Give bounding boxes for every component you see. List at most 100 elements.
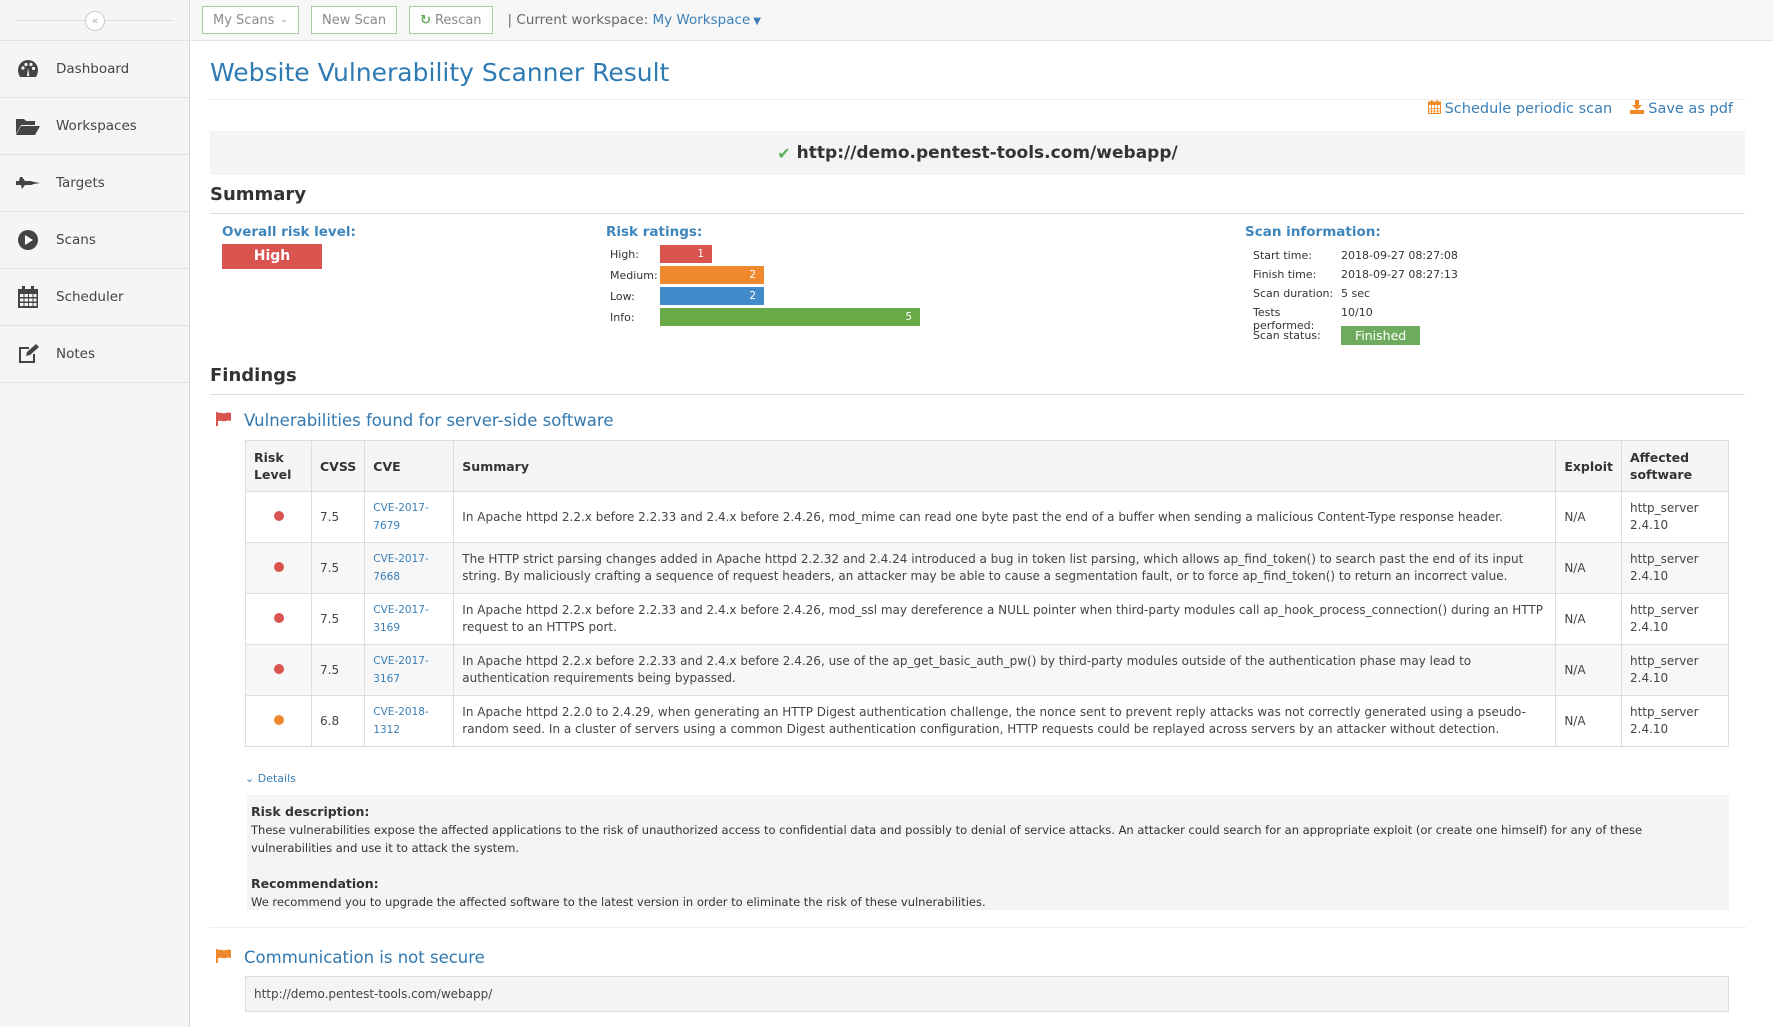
overall-risk-badge: High [222, 244, 322, 269]
my-scans-dropdown[interactable]: My Scans ⌄ [202, 6, 299, 34]
risk-level-cell [245, 695, 312, 747]
risk-rating-bar: 5 [660, 308, 920, 326]
sidebar-item-workspaces[interactable]: Workspaces [0, 98, 189, 155]
sidebar-item-label: Scheduler [56, 289, 124, 305]
check-icon: ✔ [777, 143, 791, 163]
cve-cell: CVE-2017-7668 [364, 542, 455, 594]
cvss-cell: 7.5 [310, 593, 366, 645]
caret-down-icon: ▼ [753, 16, 761, 27]
cvss-cell: 6.8 [310, 695, 366, 747]
affected-software-cell: http_server 2.4.10 [1621, 542, 1729, 594]
exploit-cell: N/A [1555, 593, 1622, 645]
new-scan-label: New Scan [321, 12, 387, 28]
double-chevron-left-icon: « [91, 14, 99, 27]
table-row: 7.5 CVE-2017-7679 In Apache httpd 2.2.x be… [245, 491, 1729, 543]
workspace-name: My Workspace [652, 12, 751, 28]
collapse-sidebar-button[interactable]: « [85, 11, 105, 31]
affected-software-cell: http_server 2.4.10 [1621, 644, 1729, 696]
risk-dot-icon [273, 561, 284, 572]
risk-dot-icon [273, 714, 284, 725]
summary-divider [210, 213, 1745, 214]
column-cve: CVE [364, 440, 455, 492]
affected-software-cell: http_server 2.4.10 [1621, 491, 1729, 543]
schedule-periodic-scan-label: Schedule periodic scan [1444, 101, 1613, 117]
summary-cell: In Apache httpd 2.2.x before 2.2.33 and … [453, 593, 1557, 645]
scan-info-start-time: Start time: 2018-09-27 08:27:08 [1253, 249, 1458, 262]
scan-status-badge: Finished [1341, 326, 1421, 345]
fighter-jet-icon [0, 175, 56, 191]
risk-ratings-label: Risk ratings: [606, 224, 703, 240]
cvss-cell: 7.5 [310, 644, 366, 696]
cve-cell: CVE-2017-3169 [364, 593, 455, 645]
details-panel: Risk description: These vulnerabilities … [247, 795, 1729, 910]
new-scan-button[interactable]: New Scan [310, 6, 398, 34]
scan-info-status: Scan status: Finished [1253, 326, 1421, 345]
sidebar-header: « [0, 0, 189, 41]
cve-link[interactable]: CVE-2017-3169 [373, 604, 428, 634]
risk-dot-icon [273, 510, 284, 521]
page-title: Website Vulnerability Scanner Result [210, 58, 670, 87]
target-url-banner: ✔ http://demo.pentest-tools.com/webapp/ [210, 131, 1745, 175]
cve-link[interactable]: CVE-2017-7668 [373, 553, 428, 583]
current-workspace: | Current workspace: My Workspace ▼ [508, 12, 761, 28]
edit-note-icon [0, 343, 56, 365]
cvss-cell: 7.5 [310, 542, 366, 594]
summary-heading: Summary [210, 184, 307, 205]
calendar-icon [0, 285, 56, 309]
details-toggle[interactable]: ⌄ Details [245, 772, 296, 785]
risk-level-cell [245, 644, 312, 696]
column-affected-software: Affected software [1621, 440, 1729, 492]
risk-rating-bar: 2 [660, 266, 764, 284]
dashboard-icon [0, 59, 56, 79]
table-header-row: Risk Level CVSS CVE Summary Exploit Affe… [245, 440, 1729, 492]
rescan-button[interactable]: ↻ Rescan [409, 6, 493, 34]
sidebar: « Dashboard Workspaces Targets Scans Sch… [0, 0, 190, 1027]
workspace-prefix: | Current workspace: [507, 12, 649, 28]
scan-info-duration: Scan duration: 5 sec [1253, 287, 1371, 300]
findings-divider [210, 394, 1745, 395]
risk-rating-bar: 1 [660, 245, 712, 263]
sidebar-item-dashboard[interactable]: Dashboard [0, 41, 189, 98]
sidebar-item-targets[interactable]: Targets [0, 155, 189, 212]
finding-server-side-software[interactable]: Vulnerabilities found for server-side so… [216, 411, 614, 430]
sidebar-item-label: Scans [56, 232, 96, 248]
save-as-pdf-label: Save as pdf [1648, 101, 1733, 117]
finding-divider [210, 927, 1745, 928]
save-as-pdf-link[interactable]: Save as pdf [1630, 100, 1733, 118]
table-row: 6.8 CVE-2018-1312 In Apache httpd 2.2.0 to… [245, 695, 1729, 747]
chevron-down-icon: ⌄ [280, 15, 288, 25]
schedule-periodic-scan-link[interactable]: Schedule periodic scan [1427, 100, 1613, 118]
finding-communication-not-secure[interactable]: Communication is not secure [216, 948, 485, 967]
sidebar-item-label: Targets [56, 175, 105, 191]
summary-cell: In Apache httpd 2.2.0 to 2.4.29, when ge… [453, 695, 1557, 747]
chevron-down-icon: ⌄ [245, 772, 258, 785]
play-circle-icon [0, 229, 56, 251]
findings-heading: Findings [210, 365, 297, 386]
cve-link[interactable]: CVE-2017-3167 [373, 655, 428, 685]
column-summary: Summary [453, 440, 1557, 492]
table-row: 7.5 CVE-2017-3169 In Apache httpd 2.2.x be… [245, 593, 1729, 645]
flag-icon [216, 948, 231, 967]
rescan-label: Rescan [434, 12, 482, 28]
exploit-cell: N/A [1555, 491, 1622, 543]
column-exploit: Exploit [1555, 440, 1622, 492]
sidebar-item-scheduler[interactable]: Scheduler [0, 269, 189, 326]
my-scans-label: My Scans [213, 12, 275, 28]
column-risk-level: Risk Level [245, 440, 312, 492]
risk-rating-row: Low: 2 [610, 287, 764, 305]
cvss-cell: 7.5 [310, 491, 366, 543]
cve-link[interactable]: CVE-2017-7679 [373, 502, 428, 532]
sidebar-item-label: Notes [56, 346, 95, 362]
column-cvss: CVSS [310, 440, 366, 492]
overall-risk-label: Overall risk level: [222, 224, 356, 240]
risk-rating-label: Medium: [610, 268, 658, 282]
cve-link[interactable]: CVE-2018-1312 [373, 706, 428, 736]
summary-cell: In Apache httpd 2.2.x before 2.2.33 and … [453, 491, 1557, 543]
sidebar-item-scans[interactable]: Scans [0, 212, 189, 269]
exploit-cell: N/A [1555, 695, 1622, 747]
vulnerabilities-table: Risk Level CVSS CVE Summary Exploit Affe… [245, 440, 1729, 747]
workspace-selector[interactable]: My Workspace ▼ [653, 12, 761, 28]
target-url: http://demo.pentest-tools.com/webapp/ [796, 143, 1178, 163]
sidebar-item-notes[interactable]: Notes [0, 326, 189, 383]
flag-icon [216, 411, 231, 430]
